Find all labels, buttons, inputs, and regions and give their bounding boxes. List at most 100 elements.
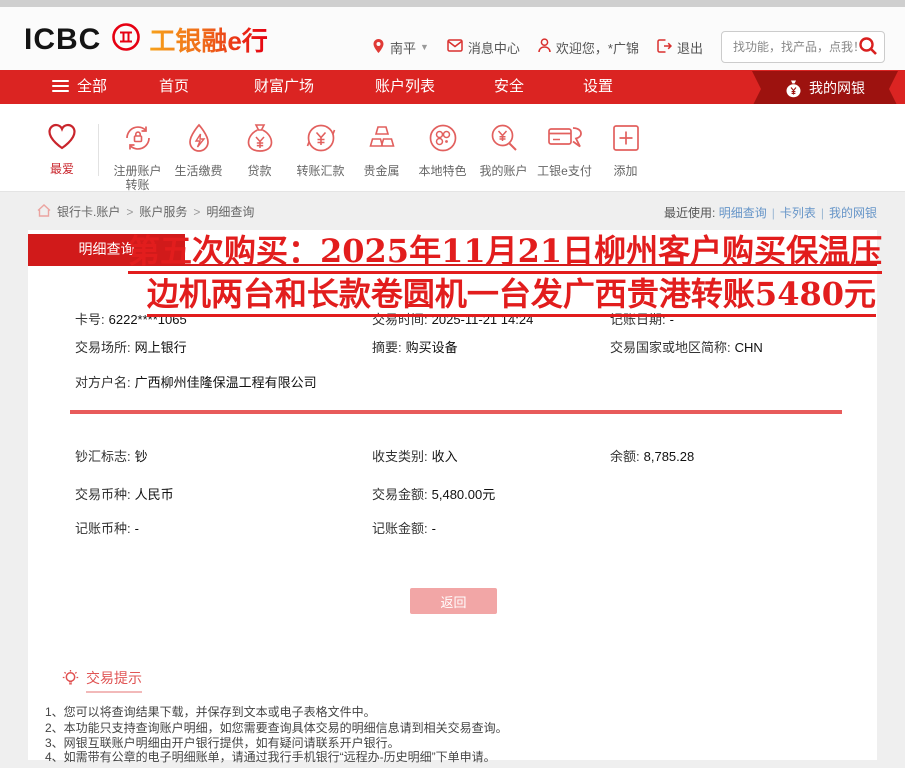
breadcrumb-item[interactable]: 明细查询 [206,203,254,220]
tips-title-row: 交易提示 [61,668,142,693]
icbc-online-banking-page: ICBC 工银融e行 南平 ▼ 消息中心 欢迎您，*广锦 退出 [0,0,905,768]
precious-metal-icon [366,141,398,158]
welcome-user[interactable]: 欢迎您，*广锦 [538,38,639,57]
breadcrumb-item[interactable]: 银行卡.账户 [57,203,120,220]
toolbar-item-label: 贷款 [230,164,289,178]
recent-used: 最近使用: 明细查询|卡列表|我的网银 [664,204,877,221]
annotation-line-2: 边机两台和长款卷圆机一台发广西贵港转账5480元 [147,274,876,317]
main-nav: 全部 首页 财富广场 账户列表 安全 设置 我的网银 [0,70,905,104]
breadcrumb-separator: > [193,205,200,219]
welcome-label: 欢迎您，*广锦 [556,38,639,57]
breadcrumb-separator: > [126,205,133,219]
field-counterparty-name: 对方户名:广西柳州佳隆保温工程有限公司 [75,372,317,391]
icbc-logo: ICBC 工银融e行 [24,21,268,58]
icbc-emblem-icon [111,22,141,57]
location-selector[interactable]: 南平 ▼ [372,38,429,57]
tips-title: 交易提示 [86,668,142,693]
my-ebank-label: 我的网银 [809,78,865,98]
local-feature-icon [427,141,459,158]
nav-item-wealth-plaza[interactable]: 财富广场 [254,70,314,104]
icbc-logo-cn: 工银融e行 [149,21,267,58]
search-box [721,31,885,63]
toolbar-item-epay[interactable]: 工银e支付 [535,122,594,178]
recent-label: 最近使用: [664,206,715,220]
search-input[interactable] [731,39,861,55]
toolbar-item-register-transfer[interactable]: 注册账户转账 [108,122,167,192]
recent-link-card-list[interactable]: 卡列表 [780,206,816,220]
toolbar-item-label: 注册账户转账 [108,164,167,192]
tip-item-4: 4、如需带有公章的电子明细账单，请通过我行手机银行“远程办-历史明细”下单申请。 [45,748,496,765]
field-cash-remit-flag: 钞汇标志:钞 [75,446,148,465]
register-transfer-icon [122,141,154,158]
header-actions: 南平 ▼ 消息中心 欢迎您，*广锦 退出 [372,31,885,63]
field-posting-amount: 记账金额:- [372,518,436,537]
recent-link-my-ebank[interactable]: 我的网银 [829,206,877,220]
nav-item-settings[interactable]: 设置 [583,70,613,104]
message-center-label: 消息中心 [468,38,520,57]
add-icon [610,141,642,158]
hamburger-menu-icon[interactable] [52,80,69,95]
icbc-logo-text: ICBC [24,23,101,57]
toolbar-item-transfer-remit[interactable]: 转账汇款 [291,122,350,178]
epay-icon [547,141,583,158]
location-caret-icon: ▼ [420,42,429,52]
nav-item-all[interactable]: 全部 [77,70,107,104]
breadcrumb-item[interactable]: 账户服务 [139,203,187,220]
loan-icon [244,141,276,158]
toolbar-item-label: 贵金属 [352,164,411,178]
red-divider [70,410,842,414]
toolbar-item-loan[interactable]: 贷款 [230,122,289,178]
location-label: 南平 [390,38,416,57]
purchase-annotation: 第五次购买：2025年11月21日柳州客户购买保温压 边机两台和长款卷圆机一台发… [128,231,876,317]
my-account-icon [488,141,520,158]
top-strip [0,0,905,7]
site-header: ICBC 工银融e行 南平 ▼ 消息中心 欢迎您，*广锦 退出 [0,7,905,70]
quick-toolbar: 最爱 注册账户转账 生活缴费 贷款 转账汇款 贵金属 本地特色 我 [0,104,905,192]
field-transaction-amount: 交易金额:5,480.00元 [372,484,495,503]
heart-icon [46,139,78,156]
annotation-line-1: 第五次购买：2025年11月21日柳州客户购买保温压 [128,231,882,274]
toolbar-item-label: 本地特色 [413,164,472,178]
field-summary: 摘要:购买设备 [372,337,458,356]
recent-link-detail-query[interactable]: 明细查询 [719,206,767,220]
toolbar-item-precious-metal[interactable]: 贵金属 [352,122,411,178]
field-income-expense-type: 收支类别:收入 [372,446,458,465]
message-center-link[interactable]: 消息中心 [447,38,520,57]
field-country-code: 交易国家或地区简称:CHN [610,337,763,356]
nav-item-account-list[interactable]: 账户列表 [375,70,435,104]
field-transaction-place: 交易场所:网上银行 [75,337,187,356]
detail-query-card: 明细查询 第五次购买：2025年11月21日柳州客户购买保温压 边机两台和长款卷… [28,230,877,760]
logout-button[interactable]: 退出 [657,38,703,57]
nav-item-home[interactable]: 首页 [159,70,189,104]
money-bag-icon [785,79,802,98]
field-transaction-currency: 交易币种:人民币 [75,484,174,503]
field-balance: 余额:8,785.28 [610,446,694,465]
breadcrumb-row: 银行卡.账户 > 账户服务 > 明细查询 最近使用: 明细查询|卡列表|我的网银 [0,192,905,230]
breadcrumb: 银行卡.账户 > 账户服务 > 明细查询 [37,203,254,220]
transfer-remit-icon [305,141,337,158]
my-ebank-ribbon[interactable]: 我的网银 [752,68,898,108]
favorites-label: 最爱 [26,162,98,176]
logout-icon [657,39,677,56]
logout-label: 退出 [677,38,703,57]
lightbulb-icon [61,669,80,693]
toolbar-divider [98,124,99,176]
toolbar-item-label: 工银e支付 [535,164,594,178]
favorites-item[interactable]: 最爱 [26,122,98,176]
toolbar-item-label: 添加 [596,164,655,178]
field-posting-currency: 记账币种:- [75,518,139,537]
back-button[interactable]: 返回 [410,588,497,614]
toolbar-item-my-account[interactable]: 我的账户 [474,122,533,178]
tip-item-1: 1、您可以将查询结果下载，并保存到文本或电子表格文件中。 [45,703,376,720]
envelope-icon [447,39,468,55]
toolbar-item-label: 生活缴费 [169,164,228,178]
user-icon [538,38,556,56]
nav-item-security[interactable]: 安全 [494,70,524,104]
toolbar-item-add[interactable]: 添加 [596,122,655,178]
toolbar-item-label: 我的账户 [474,164,533,178]
search-icon[interactable] [858,36,878,59]
toolbar-item-life-payment[interactable]: 生活缴费 [169,122,228,178]
location-pin-icon [372,38,390,57]
home-icon[interactable] [37,204,57,220]
toolbar-item-local-feature[interactable]: 本地特色 [413,122,472,178]
